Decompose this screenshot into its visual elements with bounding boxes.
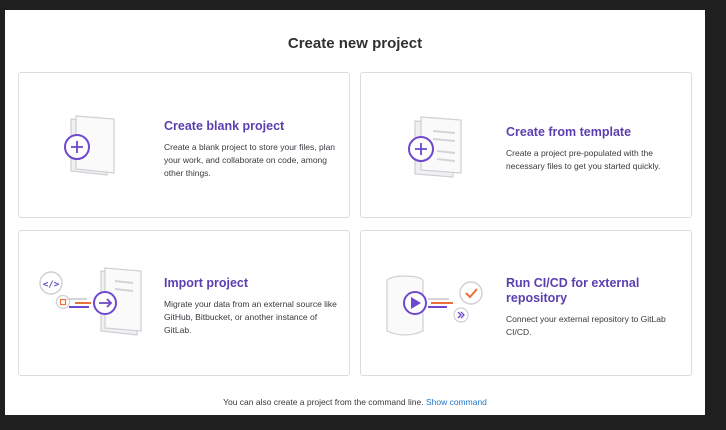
page-title: Create new project [287,35,423,52]
card-title: Create from template [506,125,632,139]
plus-circle-icon [64,115,115,176]
run-cicd-external-repo-card[interactable]: Run CI/CD for external repository Connec… [360,230,692,376]
card-description: Migrate your data from an external sourc… [164,299,337,335]
card-title: Run CI/CD for external repository [506,276,640,305]
card-title: Create blank project [164,119,285,133]
card-title: Import project [164,276,249,290]
show-command-link[interactable]: Show command [426,397,487,407]
card-description: Create a project pre-populated with the … [506,148,661,171]
create-blank-project-card[interactable]: Create blank project Create a blank proj… [18,72,350,218]
template-plus-icon [408,116,462,178]
footer-text: You can also create a project from the c… [223,397,424,407]
command-line-hint: You can also create a project from the c… [5,397,705,407]
play-pipeline-icon [386,275,483,336]
card-description: Create a blank project to store your fil… [164,142,336,178]
new-project-page: Create new project Create blank project … [5,10,705,415]
card-description: Connect your external repository to GitL… [506,314,666,337]
import-arrow-icon: </> [39,267,142,336]
create-from-template-card[interactable]: Create from template Create a project pr… [360,72,692,218]
import-project-card[interactable]: </> Import project Migrate your data fro… [18,230,350,376]
svg-text:</>: </> [43,280,60,290]
